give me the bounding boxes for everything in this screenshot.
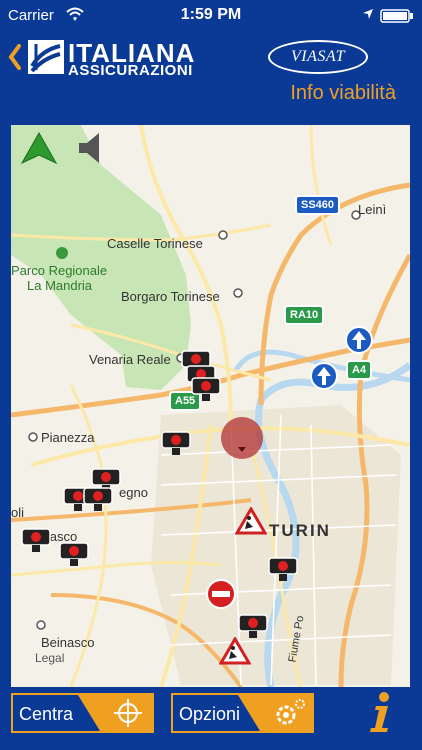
app-header: ITALIANA ASSICURAZIONI VIASAT Info viabi… xyxy=(0,30,422,120)
one-way-arrow-icon[interactable] xyxy=(344,325,374,355)
italiana-logo: ITALIANA ASSICURAZIONI xyxy=(28,38,224,79)
opzioni-button[interactable]: Opzioni xyxy=(171,693,314,733)
city-label: TURIN xyxy=(269,521,331,540)
road-sign-a4: A4 xyxy=(346,360,373,380)
place-label: Parco Regionale xyxy=(11,263,108,278)
italiana-logo-mark-icon xyxy=(28,40,64,74)
location-pin-icon[interactable] xyxy=(219,415,265,461)
place-label: Pianezza xyxy=(41,430,95,445)
opzioni-label: Opzioni xyxy=(179,704,241,724)
speed-camera-icon[interactable] xyxy=(268,557,298,583)
speed-camera-icon[interactable] xyxy=(161,431,191,457)
location-arrow-icon xyxy=(363,9,373,19)
info-icon[interactable] xyxy=(362,690,398,734)
place-label: Venaria Reale xyxy=(89,352,171,367)
place-label: Borgaro Torinese xyxy=(121,289,220,304)
speaker-icon[interactable] xyxy=(77,131,105,165)
no-entry-icon[interactable] xyxy=(205,578,237,610)
brand-sub: ASSICURAZIONI xyxy=(68,62,193,79)
place-label: egno xyxy=(119,485,148,500)
place-label: Leinì xyxy=(358,202,387,217)
speed-camera-icon[interactable] xyxy=(83,487,113,513)
road-sign-ss460: SS460 xyxy=(295,195,341,215)
place-label: Caselle Torinese xyxy=(107,236,203,251)
roadworks-icon[interactable] xyxy=(219,637,251,665)
legal-link[interactable]: Legal xyxy=(35,651,64,665)
centra-button[interactable]: Centra xyxy=(11,693,154,733)
crosshair-icon xyxy=(78,695,152,731)
centra-label: Centra xyxy=(19,704,74,724)
road-sign-ra10: RA10 xyxy=(284,305,325,325)
place-label: oli xyxy=(11,505,25,520)
one-way-arrow-icon[interactable] xyxy=(309,361,339,391)
gear-icon xyxy=(238,695,312,731)
traffic-map[interactable]: Leinì Caselle Torinese Parco Regionale L… xyxy=(11,125,410,687)
clock: 1:59 PM xyxy=(180,6,242,23)
speed-camera-icon[interactable] xyxy=(191,377,221,403)
page-title: Info viabilità xyxy=(290,82,396,104)
battery-icon xyxy=(380,9,413,23)
status-bar: Carrier 1:59 PM xyxy=(0,0,422,30)
viasat-logo: VIASAT xyxy=(268,40,368,74)
place-label: Beinasco xyxy=(41,635,95,650)
roadworks-icon[interactable] xyxy=(235,507,267,535)
north-arrow-icon[interactable] xyxy=(19,131,59,165)
place-label: La Mandria xyxy=(27,278,93,293)
bottom-toolbar: Centra Opzioni xyxy=(0,690,422,750)
speed-camera-icon[interactable] xyxy=(59,542,89,568)
speed-camera-icon[interactable] xyxy=(21,528,51,554)
back-chevron-icon[interactable] xyxy=(8,44,22,70)
